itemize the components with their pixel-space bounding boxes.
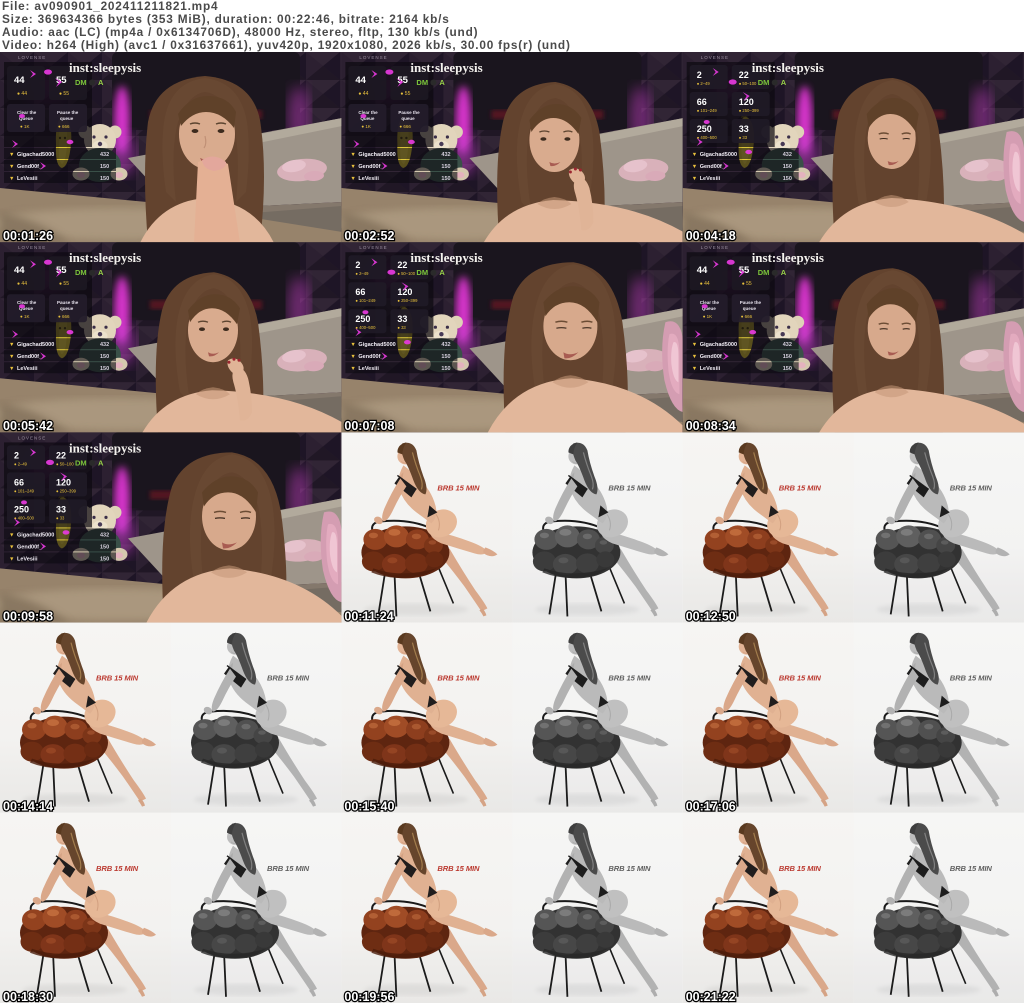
svg-text:00:04:18: 00:04:18 — [686, 229, 736, 243]
svg-text:00:07:08: 00:07:08 — [344, 419, 394, 433]
svg-text:00:12:50: 00:12:50 — [686, 609, 736, 623]
svg-text:00:09:58: 00:09:58 — [3, 609, 53, 623]
svg-text:00:02:52: 00:02:52 — [344, 229, 394, 243]
svg-text:00:05:42: 00:05:42 — [3, 419, 53, 433]
svg-text:00:15:40: 00:15:40 — [344, 800, 394, 814]
svg-text:00:17:06: 00:17:06 — [686, 800, 736, 814]
svg-text:00:19:56: 00:19:56 — [344, 990, 394, 1003]
svg-text:00:11:24: 00:11:24 — [344, 609, 393, 623]
svg-text:00:08:34: 00:08:34 — [686, 419, 736, 433]
svg-text:00:14:14: 00:14:14 — [3, 800, 53, 814]
svg-text:00:18:30: 00:18:30 — [3, 990, 53, 1003]
svg-text:00:21:22: 00:21:22 — [686, 990, 736, 1003]
svg-text:00:01:26: 00:01:26 — [3, 229, 53, 243]
